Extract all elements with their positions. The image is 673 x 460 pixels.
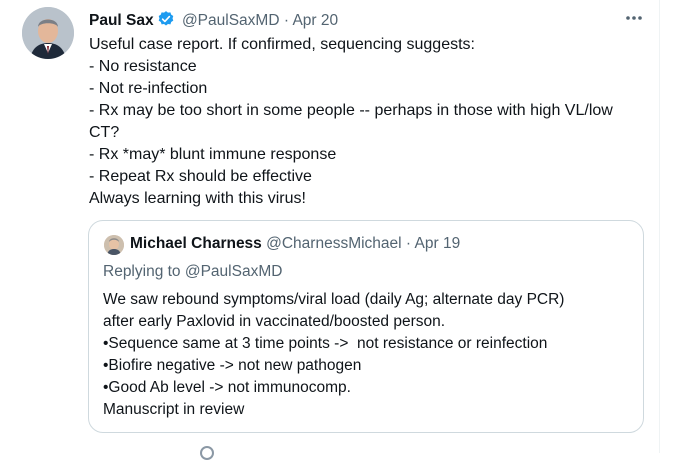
replying-to: Replying to @PaulSaxMD [103, 263, 282, 281]
tweet-text: Useful case report. If confirmed, sequen… [89, 34, 649, 210]
header-separator: · [283, 12, 289, 29]
tweet-line: - Rx *may* blunt immune response [89, 146, 337, 163]
verified-badge-icon [157, 10, 175, 33]
tweet-line: CT? [89, 124, 120, 141]
tweet-line: - Repeat Rx should be effective [89, 168, 312, 185]
quoted-header: Michael Charness @CharnessMichael · Apr … [130, 235, 460, 253]
tweet-card[interactable]: Paul Sax @PaulSaxMD · Apr 20 Useful case… [0, 0, 660, 460]
avatar-image [22, 7, 74, 59]
replying-handle[interactable]: @PaulSaxMD [185, 263, 283, 280]
tweet-line: - Rx may be too short in some people -- … [89, 102, 613, 119]
tweet-line: - No resistance [89, 58, 197, 75]
quoted-line: •Biofire negative -> not new pathogen [103, 357, 362, 374]
more-options-icon[interactable] [624, 10, 644, 26]
author-handle[interactable]: @PaulSaxMD [182, 12, 280, 29]
quoted-text: We saw rebound symptoms/viral load (dail… [103, 289, 633, 421]
tweet-line: Useful case report. If confirmed, sequen… [89, 36, 475, 53]
quoted-tweet[interactable]: Michael Charness @CharnessMichael · Apr … [88, 220, 644, 433]
action-icon[interactable] [200, 446, 214, 460]
tweet-line: Always learning with this virus! [89, 190, 306, 207]
tweet-date[interactable]: Apr 20 [292, 12, 338, 29]
quoted-line: Manuscript in review [103, 401, 245, 418]
author-name[interactable]: Paul Sax [89, 12, 154, 29]
quoted-author-avatar[interactable] [104, 235, 124, 255]
quoted-line: •Sequence same at 3 time points -> not r… [103, 335, 548, 352]
quoted-line: •Good Ab level -> not immunocomp. [103, 379, 351, 396]
replying-prefix: Replying to [103, 263, 181, 280]
tweet-line: - Not re-infection [89, 80, 208, 97]
quoted-date[interactable]: Apr 19 [415, 235, 461, 252]
quoted-author-name[interactable]: Michael Charness [130, 235, 262, 252]
quoted-avatar-image [104, 235, 124, 255]
tweet-header: Paul Sax @PaulSaxMD · Apr 20 [89, 10, 338, 33]
quoted-line: We saw rebound symptoms/viral load (dail… [103, 291, 565, 308]
quoted-author-handle[interactable]: @CharnessMichael [266, 235, 401, 252]
author-avatar[interactable] [22, 7, 74, 59]
quoted-header-separator: · [405, 235, 412, 252]
quoted-line: after early Paxlovid in vaccinated/boost… [103, 313, 446, 330]
